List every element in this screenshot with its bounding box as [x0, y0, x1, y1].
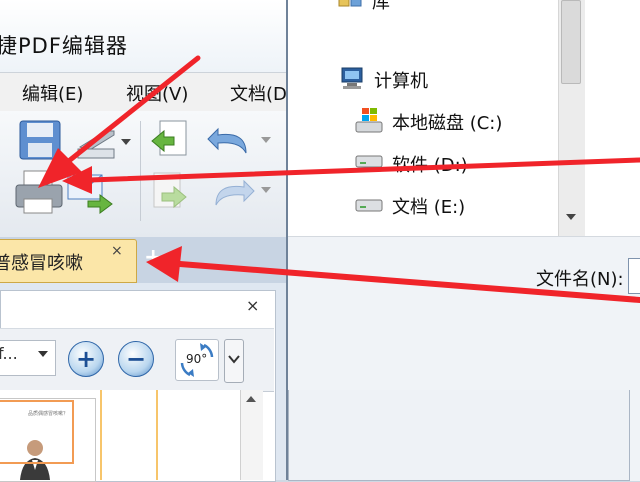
panel-close-icon[interactable]: ×	[246, 296, 259, 315]
menu-bar: 编辑(E) 视图(V) 文档(D	[0, 72, 287, 112]
scroll-up-icon[interactable]	[246, 396, 256, 402]
plus-icon: +	[75, 345, 97, 373]
thumbnail-selection	[0, 400, 74, 464]
menu-edit[interactable]: 编辑(E)	[22, 80, 83, 106]
library-icon	[338, 0, 362, 7]
tree-item-library[interactable]: 库	[372, 0, 390, 14]
save-icon[interactable]	[18, 119, 62, 161]
dialog-lower-frame	[288, 390, 630, 481]
tree-item-drive-c[interactable]: 本地磁盘 (C:)	[392, 109, 502, 135]
tree-item-computer[interactable]: 计算机	[374, 67, 428, 93]
windows-drive-icon	[355, 108, 383, 133]
more-options-button[interactable]	[224, 339, 244, 383]
drive-icon	[355, 155, 383, 168]
chevron-down-icon	[228, 355, 240, 364]
panel-scrollbar[interactable]	[240, 390, 263, 480]
filename-label: 文件名(N):	[536, 269, 624, 290]
scan-icon[interactable]	[76, 125, 116, 161]
tree-scroll-thumb[interactable]	[561, 0, 581, 84]
undo-icon[interactable]	[206, 123, 256, 157]
document-tab-label: 普感冒咳嗽	[0, 253, 83, 274]
document-tab[interactable]: 普感冒咳嗽 ×	[0, 239, 137, 283]
menu-view[interactable]: 视图(V)	[126, 80, 188, 106]
tab-close-icon[interactable]: ×	[111, 243, 123, 259]
redo-icon[interactable]	[206, 175, 256, 209]
scan-dropdown-icon[interactable]	[120, 137, 132, 147]
filename-input[interactable]	[628, 258, 640, 294]
zoom-out-button[interactable]: −	[118, 341, 154, 377]
drive-icon	[355, 199, 383, 212]
zoom-in-button[interactable]: +	[68, 341, 104, 377]
toolbar	[0, 111, 286, 238]
page-thumbnail-2[interactable]	[100, 390, 158, 480]
undo-dropdown-icon[interactable]	[260, 135, 272, 145]
import-icon[interactable]	[150, 119, 190, 163]
email-icon[interactable]	[66, 171, 116, 215]
new-tab-button[interactable]: +	[144, 247, 162, 269]
tree-item-drive-d[interactable]: 软件 (D:)	[392, 151, 468, 177]
print-icon[interactable]	[14, 169, 64, 217]
minus-icon: −	[125, 345, 147, 373]
zoom-select-value: f...	[0, 344, 18, 363]
computer-icon	[341, 67, 363, 89]
chevron-down-icon[interactable]	[38, 351, 48, 357]
scroll-down-icon[interactable]	[566, 214, 576, 220]
file-list	[584, 0, 640, 236]
app-title: 捷PDF编辑器	[0, 34, 128, 58]
redo-dropdown-icon[interactable]	[260, 185, 272, 195]
rotate-label: 90°	[186, 352, 208, 366]
menu-document[interactable]: 文档(D	[230, 80, 287, 106]
tree-item-drive-e[interactable]: 文档 (E:)	[392, 193, 465, 219]
export-icon[interactable]	[150, 171, 190, 215]
